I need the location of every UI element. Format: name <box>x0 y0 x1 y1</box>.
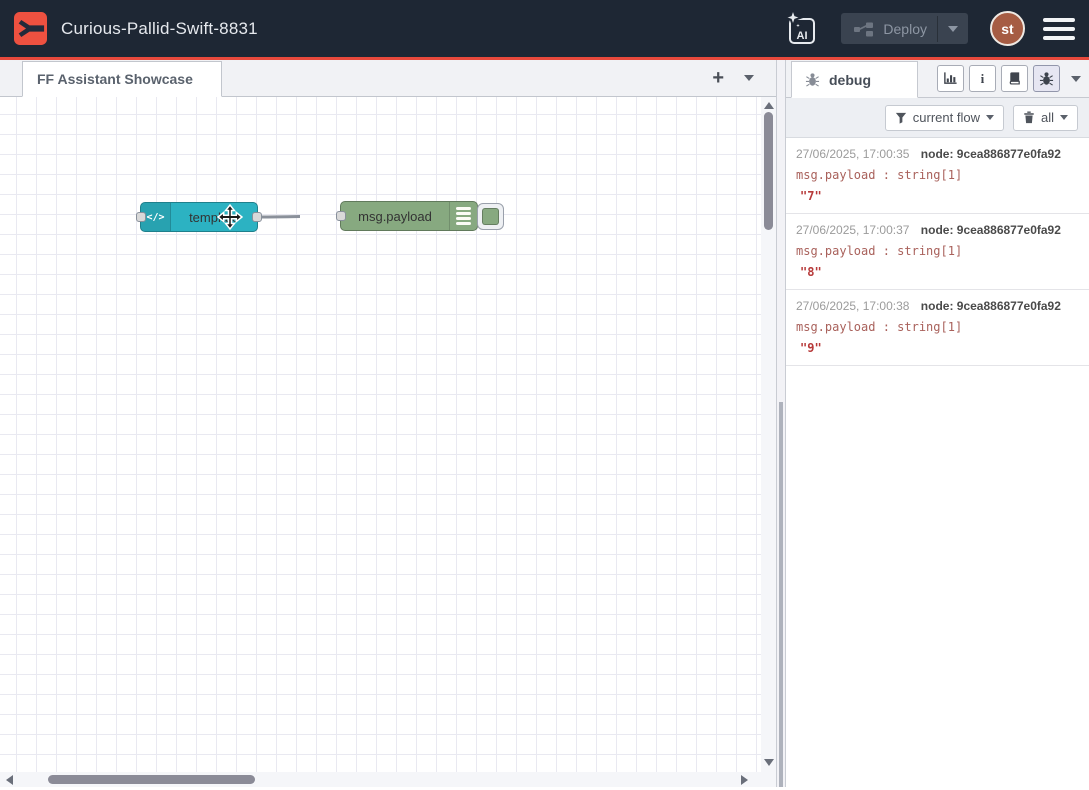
sidebar-tab-label: debug <box>829 72 871 88</box>
main-menu-button[interactable] <box>1043 18 1075 40</box>
sidebar-tab-debug[interactable]: debug <box>791 61 918 98</box>
scroll-down-arrow-icon[interactable] <box>764 759 774 766</box>
flowfuse-logo <box>14 12 47 45</box>
scroll-right-arrow-icon[interactable] <box>741 775 748 785</box>
message-property[interactable]: msg.payload : string[1] <box>796 320 1079 334</box>
node-id: node: 9cea886877e0fa92 <box>921 223 1061 237</box>
filter-icon <box>895 112 907 124</box>
sidebar-tabbar: debug i <box>786 60 1089 98</box>
node-label: template <box>171 203 257 231</box>
input-port[interactable] <box>136 212 146 222</box>
flow-tab-label: FF Assistant Showcase <box>37 71 193 87</box>
flow-canvas[interactable]: </> template msg.payload <box>0 97 776 787</box>
hamburger-menu-icon <box>1043 18 1075 22</box>
flow-list-button[interactable] <box>744 75 754 81</box>
hamburger-menu-icon <box>1043 36 1075 40</box>
ai-assistant-button[interactable]: AI <box>781 8 821 50</box>
debug-message-meta: 27/06/2025, 17:00:38 node: 9cea886877e0f… <box>796 299 1079 313</box>
ai-assistant-icon: AI <box>781 8 821 50</box>
vertical-scrollbar[interactable] <box>761 97 776 772</box>
message-property[interactable]: msg.payload : string[1] <box>796 168 1079 182</box>
node-id: node: 9cea886877e0fa92 <box>921 147 1061 161</box>
filter-label: current flow <box>913 110 980 125</box>
sidebar: debug i <box>786 60 1089 787</box>
debug-message-meta: 27/06/2025, 17:00:35 node: 9cea886877e0f… <box>796 147 1079 161</box>
chevron-down-icon <box>1071 76 1081 82</box>
splitter-grip <box>779 402 783 787</box>
bug-icon <box>805 72 820 87</box>
book-icon <box>1007 71 1022 86</box>
sidebar-icon-bar: i <box>937 60 1089 97</box>
debug-message-meta: 27/06/2025, 17:00:37 node: 9cea886877e0f… <box>796 223 1079 237</box>
deploy-button[interactable]: Deploy <box>841 13 968 44</box>
debug-tab-button[interactable] <box>1033 65 1060 92</box>
deploy-options-button[interactable] <box>937 16 968 42</box>
node-label: msg.payload <box>341 202 449 230</box>
debug-filter-button[interactable]: current flow <box>885 105 1004 131</box>
chevron-down-icon <box>744 75 754 81</box>
help-book-button[interactable] <box>1001 65 1028 92</box>
svg-text:i: i <box>981 71 985 86</box>
node-id: node: 9cea886877e0fa92 <box>921 299 1061 313</box>
timestamp: 27/06/2025, 17:00:35 <box>796 147 909 161</box>
scroll-up-arrow-icon[interactable] <box>764 102 774 109</box>
chart-icon <box>943 71 958 86</box>
info-icon: i <box>975 71 990 86</box>
horizontal-scrollbar[interactable] <box>0 772 776 787</box>
output-port[interactable] <box>252 212 262 222</box>
input-port[interactable] <box>336 211 346 221</box>
sidebar-options-button[interactable] <box>1071 76 1081 82</box>
flow-tabbar: FF Assistant Showcase + <box>0 60 776 97</box>
debug-message-list[interactable]: 27/06/2025, 17:00:35 node: 9cea886877e0f… <box>786 138 1089 787</box>
bug-icon <box>1039 71 1054 86</box>
dashboard-chart-button[interactable] <box>937 65 964 92</box>
trash-icon <box>1023 111 1035 124</box>
deploy-label: Deploy <box>883 21 927 37</box>
instance-title: Curious-Pallid-Swift-8831 <box>61 19 258 39</box>
message-value: "7" <box>796 189 1079 203</box>
list-lines-icon <box>449 202 477 230</box>
workspace-column: FF Assistant Showcase + </> template <box>0 60 776 787</box>
avatar-initials: st <box>1001 21 1013 37</box>
debug-clear-button[interactable]: all <box>1013 105 1078 131</box>
ai-icon-label: AI <box>797 30 808 42</box>
debug-enable-toggle[interactable] <box>477 203 504 230</box>
flow-tab-active[interactable]: FF Assistant Showcase <box>22 61 222 97</box>
info-button[interactable]: i <box>969 65 996 92</box>
debug-message[interactable]: 27/06/2025, 17:00:37 node: 9cea886877e0f… <box>786 214 1089 290</box>
horizontal-scroll-thumb[interactable] <box>48 775 255 784</box>
node-debug[interactable]: msg.payload <box>340 201 478 231</box>
vertical-scroll-thumb[interactable] <box>764 112 773 230</box>
deploy-nodes-icon <box>853 19 875 39</box>
hamburger-menu-icon <box>1043 27 1075 31</box>
timestamp: 27/06/2025, 17:00:37 <box>796 223 909 237</box>
clear-label: all <box>1041 110 1054 125</box>
chevron-down-icon <box>1060 115 1068 120</box>
debug-message[interactable]: 27/06/2025, 17:00:38 node: 9cea886877e0f… <box>786 290 1089 366</box>
wire-template-to-debug[interactable] <box>259 216 300 217</box>
timestamp: 27/06/2025, 17:00:38 <box>796 299 909 313</box>
add-flow-button[interactable]: + <box>712 68 724 88</box>
debug-toolbar: current flow all <box>786 98 1089 138</box>
chevron-down-icon <box>948 26 958 32</box>
sidebar-splitter[interactable] <box>776 60 786 787</box>
message-value: "8" <box>796 265 1079 279</box>
debug-message[interactable]: 27/06/2025, 17:00:35 node: 9cea886877e0f… <box>786 138 1089 214</box>
app-header: Curious-Pallid-Swift-8831 AI Deploy st <box>0 0 1089 60</box>
user-avatar[interactable]: st <box>990 11 1025 46</box>
message-property[interactable]: msg.payload : string[1] <box>796 244 1079 258</box>
message-value: "9" <box>796 341 1079 355</box>
main-area: FF Assistant Showcase + </> template <box>0 60 1089 787</box>
chevron-down-icon <box>986 115 994 120</box>
tab-actions: + <box>712 60 776 96</box>
scroll-left-arrow-icon[interactable] <box>6 775 13 785</box>
node-template[interactable]: </> template <box>140 202 258 232</box>
